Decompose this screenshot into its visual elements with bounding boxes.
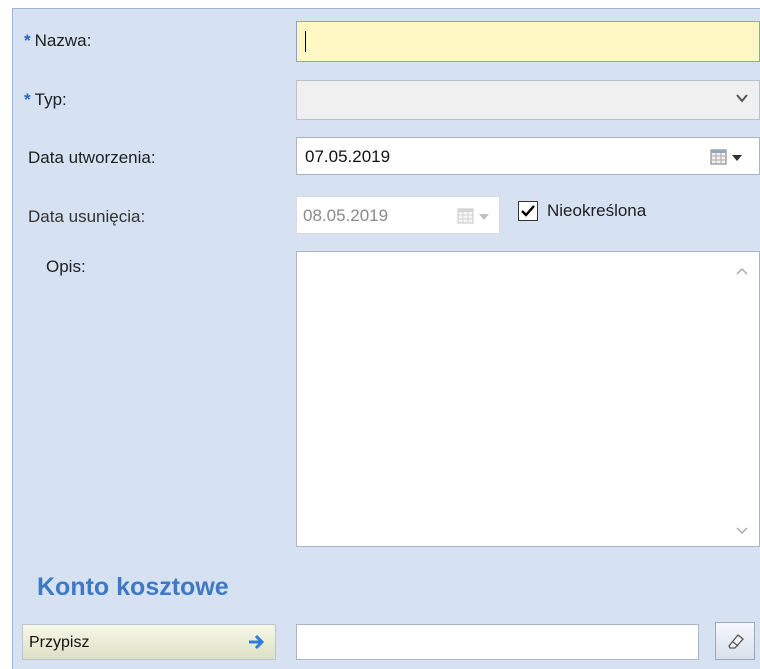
created-date-label: Data utworzenia:	[28, 148, 156, 167]
cost-account-heading: Konto kosztowe	[37, 573, 229, 601]
description-textarea[interactable]	[296, 251, 760, 547]
eraser-icon	[728, 634, 744, 649]
description-label: Opis:	[46, 257, 86, 276]
scroll-up-icon[interactable]	[735, 266, 749, 276]
arrow-right-icon	[249, 634, 265, 650]
required-asterisk-icon: *	[24, 31, 31, 50]
type-label: * Typ:	[24, 90, 67, 109]
calendar-icon	[457, 208, 489, 224]
name-label: * Nazwa:	[24, 31, 92, 50]
text-caret	[305, 31, 306, 52]
cost-account-input[interactable]	[296, 624, 699, 660]
name-input[interactable]	[296, 21, 760, 62]
clear-button[interactable]	[715, 622, 755, 660]
checkmark-icon	[521, 205, 535, 217]
required-asterisk-icon: *	[24, 90, 31, 109]
created-date-input[interactable]: 07.05.2019	[296, 137, 760, 175]
calendar-icon[interactable]	[710, 148, 746, 166]
scroll-down-icon[interactable]	[735, 526, 749, 536]
deleted-date-label: Data usunięcia:	[28, 207, 146, 226]
undefined-checkbox[interactable]	[518, 201, 538, 221]
deleted-date-input: 08.05.2019	[296, 196, 500, 234]
chevron-down-icon	[736, 94, 748, 103]
assign-button[interactable]: Przypisz	[22, 624, 276, 660]
type-select[interactable]	[296, 80, 760, 120]
undefined-checkbox-label: Nieokreślona	[547, 201, 647, 220]
